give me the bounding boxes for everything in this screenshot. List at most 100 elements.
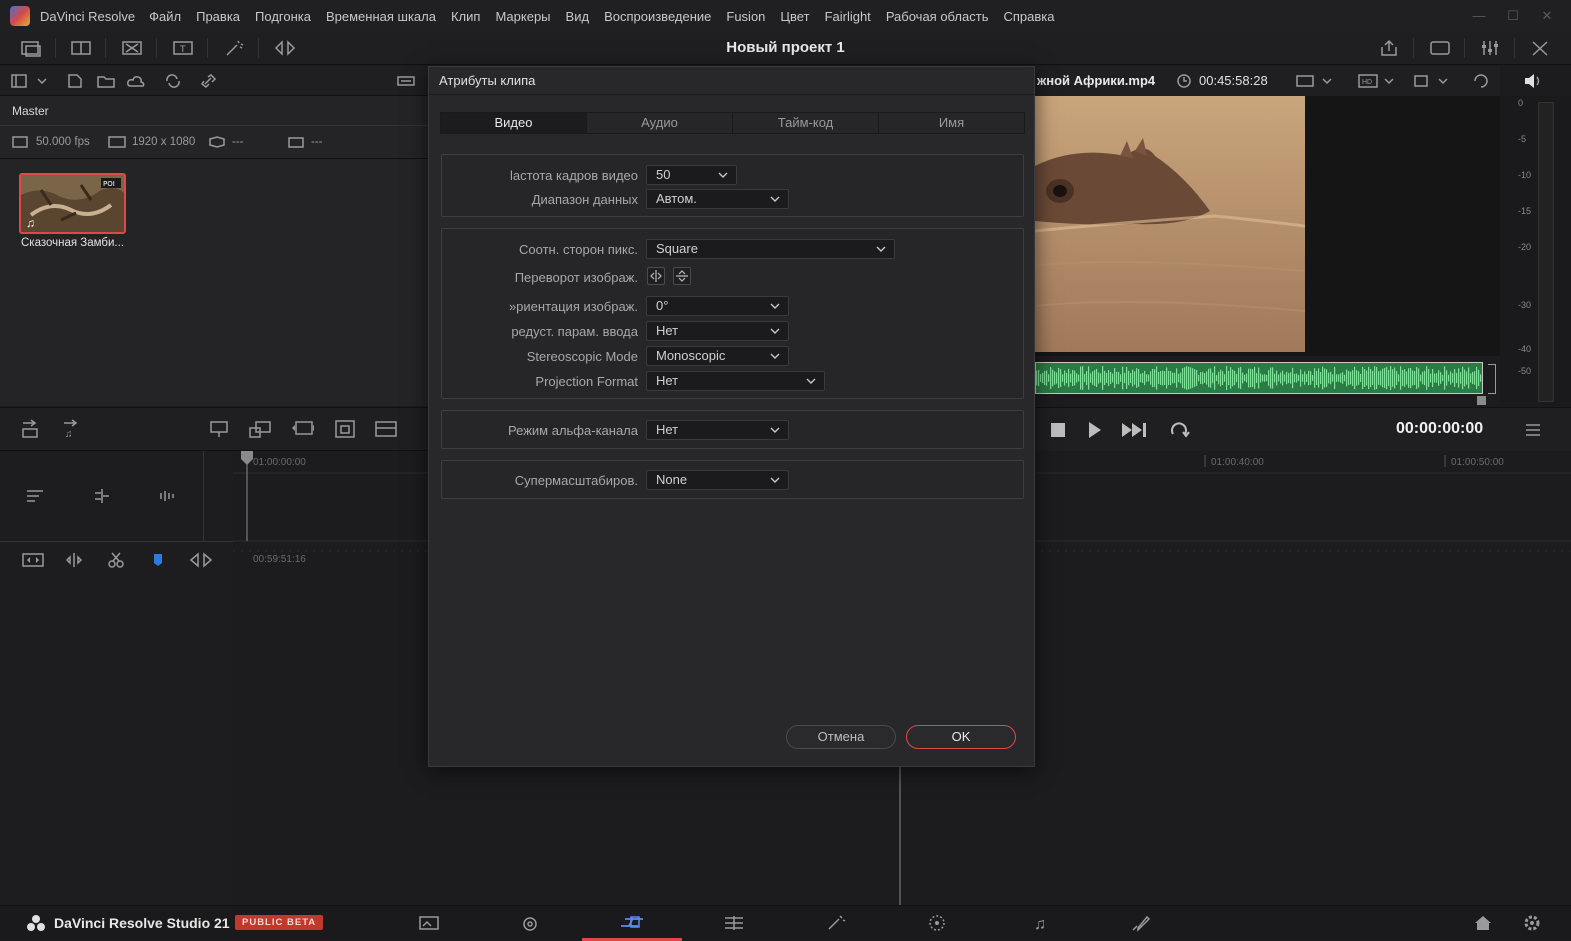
insert-clip-icon[interactable] (18, 418, 42, 440)
menu-playback[interactable]: Воспроизведение (604, 9, 711, 24)
tab-video[interactable]: Видео (441, 113, 587, 133)
maximize-icon[interactable]: ☐ (1503, 6, 1523, 26)
link-icon[interactable] (198, 70, 222, 92)
import-folder-icon[interactable] (94, 70, 118, 92)
pixel-aspect-dropdown[interactable]: Square (646, 239, 895, 259)
waveform-bar (1176, 368, 1178, 388)
flip-horizontal-icon[interactable] (647, 267, 665, 285)
sync-bin-icon[interactable] (69, 37, 93, 59)
bin-name[interactable]: Master (0, 96, 428, 126)
tab-name[interactable]: Имя (879, 113, 1024, 133)
input-preset-dropdown[interactable]: Нет (646, 321, 789, 341)
media-pool-icon[interactable] (19, 37, 43, 59)
effects-wand-icon[interactable] (222, 37, 246, 59)
page-edit-icon[interactable] (582, 906, 682, 941)
bin-list-toggle-icon[interactable] (8, 70, 32, 92)
page-cut-camera-icon[interactable] (480, 906, 580, 940)
minimize-icon[interactable]: — (1469, 6, 1489, 26)
menu-view[interactable]: Вид (566, 9, 590, 24)
waveform-bar (1118, 371, 1120, 385)
waveform-bar (1158, 372, 1160, 384)
loop-view-icon[interactable] (1471, 72, 1491, 90)
export-icon[interactable] (1377, 37, 1401, 59)
menu-help[interactable]: Справка (1003, 9, 1054, 24)
flip-vertical-icon[interactable] (673, 267, 691, 285)
fit-timeline-icon[interactable] (20, 549, 44, 571)
next-clip-icon[interactable] (1120, 421, 1150, 439)
scissors-icon[interactable] (104, 549, 128, 571)
alpha-mode-dropdown[interactable]: Нет (646, 420, 789, 440)
tab-timecode[interactable]: Тайм-код (733, 113, 879, 133)
transform-icon[interactable] (1411, 72, 1449, 90)
page-fusion-icon[interactable] (786, 906, 886, 940)
tab-audio[interactable]: Аудио (587, 113, 733, 133)
menu-color[interactable]: Цвет (780, 9, 809, 24)
audio-effects-icon[interactable] (273, 37, 297, 59)
blade-edit-icon[interactable] (62, 549, 86, 571)
page-deliver-icon[interactable] (1090, 906, 1190, 940)
orientation-dropdown[interactable]: 0° (646, 296, 789, 316)
play-icon[interactable] (1085, 421, 1103, 439)
data-range-dropdown[interactable]: Автом. (646, 189, 789, 209)
chevron-down-icon[interactable] (30, 70, 54, 92)
smart-insert-icon[interactable] (207, 418, 231, 440)
playhead-timecode[interactable]: 00:00:00:00 (1396, 420, 1483, 438)
menu-workspace[interactable]: Рабочая область (886, 9, 989, 24)
menu-trim[interactable]: Подгонка (255, 9, 311, 24)
audio-waveform-strip[interactable] (1035, 362, 1483, 394)
stop-icon[interactable] (1049, 421, 1067, 439)
audio-track-icon[interactable] (156, 485, 180, 507)
waveform-bar (1362, 366, 1364, 390)
menu-fairlight[interactable]: Fairlight (825, 9, 871, 24)
titles-icon[interactable]: T (171, 37, 195, 59)
cancel-button[interactable]: Отмена (786, 725, 896, 749)
menu-timeline[interactable]: Временная шкала (326, 9, 436, 24)
menu-markers[interactable]: Маркеры (495, 9, 550, 24)
clip-thumbnail[interactable]: POI ♫ (19, 173, 126, 234)
ripple-clip-icon[interactable]: ♫ (59, 418, 83, 440)
metadata-view-icon[interactable] (394, 70, 418, 92)
superscale-dropdown[interactable]: None (646, 470, 789, 490)
track-options-icon[interactable] (24, 485, 48, 507)
waveform-scroll-handle[interactable] (1477, 396, 1486, 405)
import-media-icon[interactable] (63, 70, 87, 92)
page-fairlight-icon[interactable]: ♫ (989, 906, 1089, 940)
hdr-view-icon[interactable]: HD (1357, 72, 1395, 90)
cloud-icon[interactable] (124, 70, 148, 92)
page-timeline-icon[interactable] (684, 906, 784, 940)
page-color-icon[interactable] (887, 906, 987, 940)
mixer-icon[interactable] (1478, 37, 1502, 59)
stereo-mode-dropdown[interactable]: Monoscopic (646, 346, 789, 366)
relink-icon[interactable] (161, 70, 185, 92)
menu-clip[interactable]: Клип (451, 9, 480, 24)
menu-edit[interactable]: Правка (196, 9, 240, 24)
page-media-icon[interactable] (379, 906, 479, 940)
inspector-tools-icon[interactable] (1528, 37, 1552, 59)
transitions-icon[interactable] (120, 37, 144, 59)
viewer-options-icon[interactable] (1524, 422, 1542, 438)
settings-gear-icon[interactable] (1482, 906, 1571, 940)
snapping-icon[interactable] (90, 485, 114, 507)
close-up-icon[interactable] (333, 418, 357, 440)
close-icon[interactable]: ✕ (1537, 6, 1557, 26)
menu-fusion[interactable]: Fusion (726, 9, 765, 24)
audio-transition-icon[interactable] (188, 549, 212, 571)
ripple-overwrite-icon[interactable] (290, 418, 314, 440)
loop-icon[interactable] (1167, 420, 1193, 440)
projection-format-dropdown[interactable]: Нет (646, 371, 825, 391)
viewer-layout-icon[interactable] (1295, 72, 1333, 90)
speaker-icon[interactable] (1522, 72, 1544, 90)
append-icon[interactable] (248, 418, 272, 440)
clip-name[interactable]: Сказочная Замби... (21, 237, 124, 249)
waveform-end-handle[interactable] (1488, 364, 1496, 394)
frame-rate-dropdown[interactable]: 50 (646, 165, 737, 185)
dialog-titlebar[interactable]: Атрибуты клипа (429, 67, 1034, 95)
menu-file[interactable]: Файл (149, 9, 181, 24)
menu-app-name[interactable]: DaVinci Resolve (40, 9, 135, 24)
fullscreen-icon[interactable] (1428, 37, 1452, 59)
marker-flag-icon[interactable] (146, 549, 170, 571)
ok-button[interactable]: OK (906, 725, 1016, 749)
waveform-bar (1384, 367, 1386, 389)
place-on-top-icon[interactable] (374, 418, 398, 440)
video-viewer[interactable] (1035, 96, 1500, 356)
